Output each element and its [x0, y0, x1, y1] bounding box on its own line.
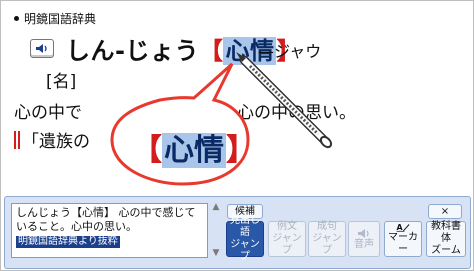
svg-text:A: A: [397, 223, 404, 232]
marker-button[interactable]: A マーカー: [384, 221, 422, 257]
zoom-kanji: 心情: [162, 133, 226, 168]
zoom-bracket-open: 【: [132, 133, 162, 168]
memo-text: しんじょう【心情】 心の中で感じていること。心中の思い。: [16, 206, 196, 233]
close-icon: ×: [440, 205, 450, 217]
seiku-label-1: 成句: [317, 221, 337, 232]
memo-source: 明鏡国語辞典より抜粋: [16, 236, 120, 248]
reibun-label-1: 例文: [277, 221, 297, 232]
memo-box[interactable]: しんじょう【心情】 心の中で感じていること。心中の思い。 明鏡国語辞典より抜粋: [11, 203, 208, 258]
kyoukasho-label-1: 教科書体: [431, 221, 461, 244]
scroll-down-icon[interactable]: ▼: [210, 249, 222, 258]
marker-pen-icon: A: [396, 223, 410, 232]
close-button[interactable]: ×: [428, 204, 462, 219]
zoom-popup-text: 【心情】: [132, 125, 256, 169]
dictionary-name: 明鏡国語辞典: [24, 12, 97, 26]
midashigo-label-1: 見出し語: [230, 215, 260, 238]
headword-reading: しん-じょう: [66, 37, 199, 65]
midashigo-jump-button[interactable]: 見出し語 ジャンプ: [226, 215, 264, 262]
example-text: 「遺族の: [22, 132, 90, 152]
part-of-speech: [名]: [46, 72, 77, 92]
dictionary-title: 明鏡国語辞典: [14, 10, 96, 27]
midashigo-label-2: ジャンプ: [230, 239, 260, 262]
scroll-up-icon[interactable]: ▲: [210, 203, 222, 212]
audio-button[interactable]: 音声: [348, 221, 380, 257]
marker-label: マーカー: [388, 232, 418, 255]
zoom-bracket-close: 】: [226, 133, 256, 168]
example-marker: [18, 130, 20, 149]
definition-before: 心の中で: [14, 103, 82, 123]
reibun-label-2: ジャンプ: [272, 233, 302, 256]
example-marker: [14, 130, 16, 149]
seiku-jump-button[interactable]: 成句 ジャンプ: [308, 221, 346, 257]
definition-line: 心の中で こと。心の中の思い。: [14, 98, 356, 123]
definition-after: こと。心の中の思い。: [186, 103, 356, 123]
dictionary-screen: 明鏡国語辞典 しん-じょう【心情】 —ジャウ [名] 心の中で こと。心の中の思い…: [0, 0, 474, 271]
pronunciation-note: —ジャウ: [258, 42, 322, 61]
seiku-label-2: ジャンプ: [312, 233, 342, 256]
speaker-button[interactable]: [30, 39, 54, 58]
reibun-jump-button[interactable]: 例文 ジャンプ: [268, 221, 306, 257]
speaker-icon: [36, 44, 47, 53]
kyoukasho-zoom-button[interactable]: 教科書体 ズーム: [426, 221, 466, 257]
speaker-icon: [358, 228, 369, 238]
example-line: 「遺族の: [14, 127, 90, 152]
bracket-open: 【: [198, 37, 224, 65]
bullet-icon: [14, 16, 19, 21]
kyoukasho-label-2: ズーム: [431, 245, 461, 256]
memo-scrollbar[interactable]: ▲ ▼: [210, 203, 222, 258]
audio-label: 音声: [354, 238, 374, 250]
